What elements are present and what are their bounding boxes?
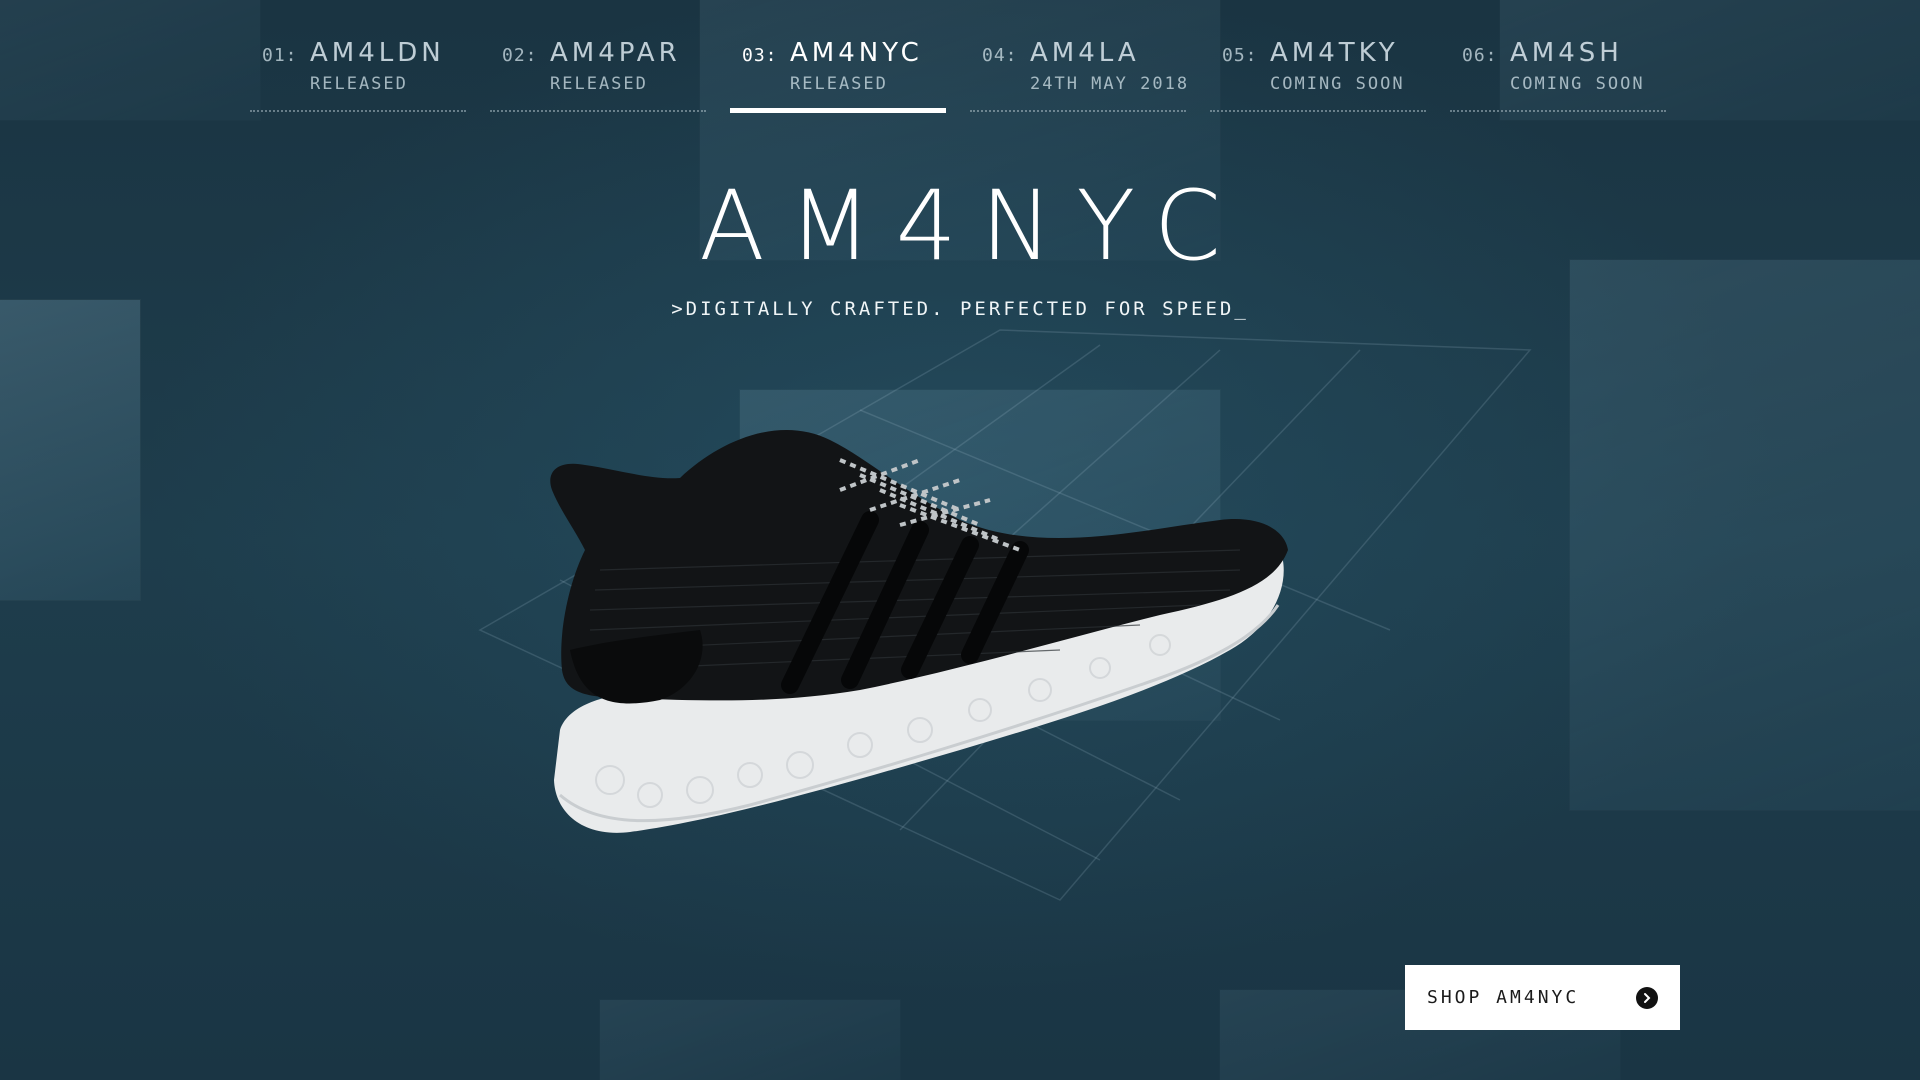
nav-item-am4ldn[interactable]: 01: AM4LDN RELEASED (250, 38, 466, 114)
nav-item-status: 24TH MAY 2018 (1030, 74, 1190, 94)
shop-button[interactable]: SHOP AM4NYC (1405, 965, 1680, 1030)
nav-item-rule (250, 110, 466, 112)
nav-item-name: AM4TKY (1270, 38, 1399, 68)
nav-item-name: AM4LA (1030, 38, 1140, 68)
nav-item-status: COMING SOON (1270, 74, 1405, 94)
nav-item-am4sh[interactable]: 06: AM4SH COMING SOON (1450, 38, 1666, 114)
sneaker-image[interactable] (540, 400, 1300, 860)
nav-item-name: AM4LDN (310, 38, 445, 68)
nav-item-number: 05: (1222, 45, 1258, 66)
nav-item-rule (970, 110, 1186, 112)
nav-item-name: AM4SH (1510, 38, 1623, 68)
nav-item-active-indicator (730, 108, 946, 113)
nav-item-number: 04: (982, 45, 1018, 66)
nav-item-number: 06: (1462, 45, 1498, 66)
nav-item-status: COMING SOON (1510, 74, 1645, 94)
nav-item-am4par[interactable]: 02: AM4PAR RELEASED (490, 38, 706, 114)
nav-item-rule (490, 110, 706, 112)
nav-item-am4nyc[interactable]: 03: AM4NYC RELEASED (730, 38, 946, 114)
nav-item-number: 02: (502, 45, 538, 66)
nav-item-status: RELEASED (550, 74, 648, 94)
nav-item-rule (1450, 110, 1666, 112)
drops-nav: 01: AM4LDN RELEASED 02: AM4PAR RELEASED … (250, 38, 1670, 118)
hero-title: AM4NYC (699, 170, 1245, 282)
nav-item-status: RELEASED (310, 74, 408, 94)
nav-item-rule (1210, 110, 1426, 112)
nav-item-am4la[interactable]: 04: AM4LA 24TH MAY 2018 (970, 38, 1190, 114)
nav-item-status: RELEASED (790, 74, 888, 94)
hero-tagline: >DIGITALLY CRAFTED. PERFECTED FOR SPEED_ (671, 298, 1249, 320)
nav-item-number: 03: (742, 45, 778, 66)
shop-button-label: SHOP AM4NYC (1427, 987, 1580, 1008)
arrow-right-circle-icon (1636, 986, 1658, 1009)
nav-item-am4tky[interactable]: 05: AM4TKY COMING SOON (1210, 38, 1426, 114)
nav-item-name: AM4NYC (790, 38, 923, 68)
nav-item-name: AM4PAR (550, 38, 681, 68)
nav-item-number: 01: (262, 45, 298, 66)
